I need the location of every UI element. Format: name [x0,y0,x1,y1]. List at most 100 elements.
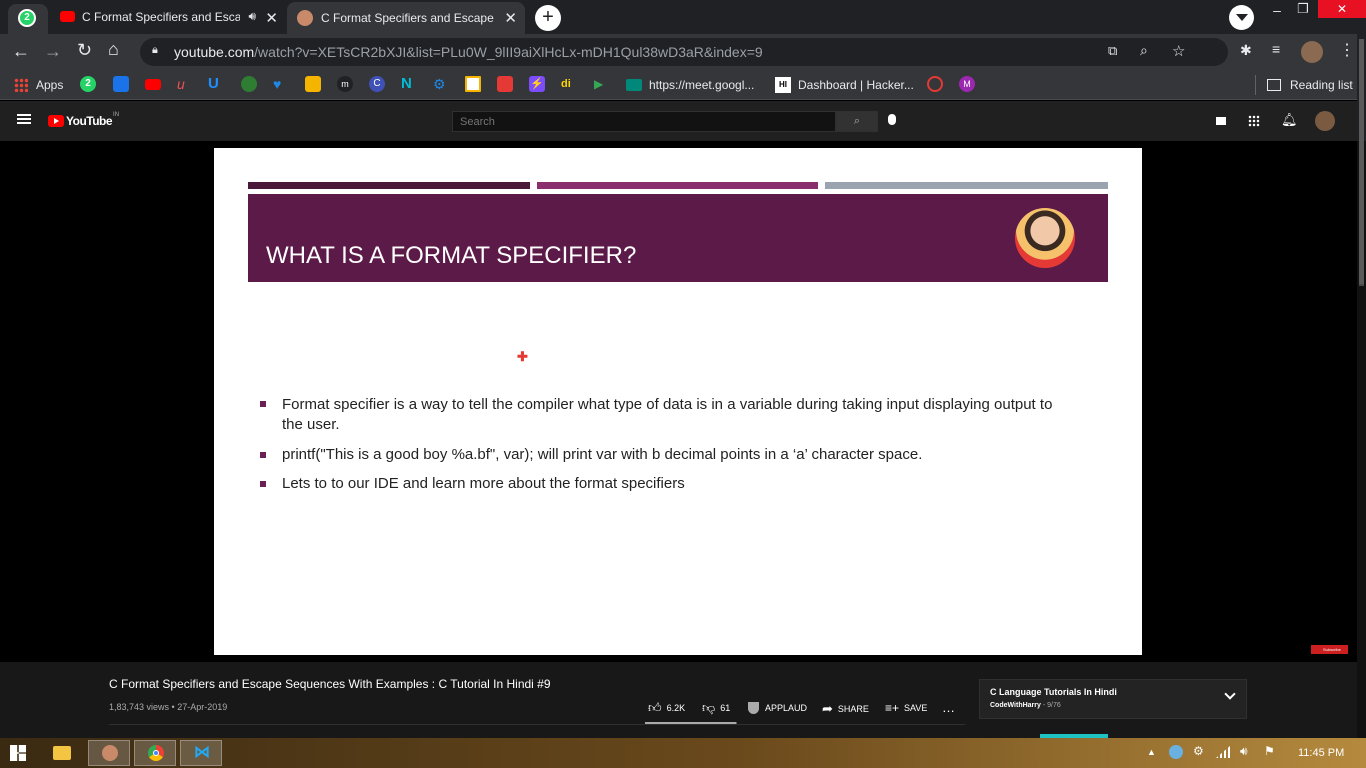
bullet-text: printf("This is a good boy %a.bf", var);… [282,446,923,463]
network-signal-icon[interactable] [1216,746,1230,758]
more-actions-icon[interactable]: … [942,700,955,715]
action-center-flag-icon[interactable]: ⚑ [1264,744,1275,758]
bullet-marker [260,401,266,407]
forward-icon[interactable]: → [44,41,62,62]
search-button[interactable]: ⌕ [836,111,878,132]
reload-icon[interactable]: ↻ [77,40,92,61]
profile-avatar[interactable] [1301,41,1323,63]
account-avatar[interactable] [1315,111,1335,131]
calendar-bookmark-icon[interactable] [113,76,129,92]
slide-bar-3 [825,182,1108,189]
chrome-taskbar-icon[interactable] [134,740,176,766]
home-icon[interactable]: ⌂ [108,39,119,60]
green-bookmark-icon[interactable] [241,76,257,92]
upload-date: 27-Apr-2019 [177,702,228,712]
share-icon: ➦ [822,701,833,716]
e-bookmark-icon[interactable] [927,76,943,92]
file-explorer-icon[interactable] [53,746,71,760]
tray-app-icon[interactable] [1169,745,1183,759]
thumbs-down-icon: 👎︎ [702,700,716,715]
m-purple-bookmark-icon[interactable]: M [959,76,975,92]
play-bookmark-icon[interactable]: ▶ [594,76,610,92]
chevron-down-icon[interactable] [1224,688,1236,700]
playlist-position: 9/76 [1047,702,1061,709]
audio-icon[interactable]: 🔊︎ [248,9,256,24]
address-bar[interactable]: 🔒︎ youtube.com/watch?v=XETsCR2bXJI&list=… [140,38,1228,66]
like-button[interactable]: 👍︎ 6.2K [648,700,685,716]
youtube-play-icon [48,115,64,127]
minimize-button[interactable]: – [1268,2,1286,20]
save-button[interactable]: ≡+ SAVE [885,701,927,715]
reading-list-icon [1267,79,1281,91]
applaud-button[interactable]: APPLAUD [748,702,807,714]
microphone-icon[interactable] [888,114,896,125]
add-to-playlist-icon: ≡+ [885,701,900,715]
search-box[interactable] [452,111,836,132]
apps-icon[interactable] [1248,115,1260,127]
tray-settings-icon[interactable]: ⚙ [1193,744,1204,758]
video-title: C Format Specifiers and Escape Sequences… [109,677,551,691]
media-control-icon[interactable]: ≡ [1272,41,1280,57]
bookmarks-divider [1255,75,1256,95]
new-tab-button[interactable]: + [535,5,561,31]
bullet-text: Lets to to our IDE and learn more about … [282,475,685,492]
search-input[interactable] [453,112,835,132]
close-tab-icon[interactable]: ✕ [265,9,278,27]
applaud-label: APPLAUD [765,703,808,713]
youtube-bookmark-icon[interactable] [145,79,161,90]
notifications-bell-icon[interactable]: 🔔︎ [1281,112,1298,128]
restore-button[interactable]: ❐ [1294,1,1312,19]
youtube-logo[interactable]: YouTube IN [48,112,119,128]
slide-title: WHAT IS A FORMAT SPECIFIER? [266,242,637,269]
extensions-icon[interactable]: ✱ [1240,42,1252,59]
reading-list-button[interactable]: Reading list [1267,75,1353,95]
m-bookmark-icon[interactable]: m [337,76,353,92]
start-button[interactable] [10,745,26,761]
show-hidden-icons[interactable]: ▲ [1147,747,1156,757]
tab-active[interactable]: C Format Specifiers and Escape S ✕ [287,2,525,34]
taskbar-app-avatar[interactable] [88,740,130,766]
zoom-icon[interactable]: ⌕ [1140,42,1148,59]
open-in-app-icon[interactable]: ⧉ [1108,43,1117,59]
back-icon[interactable]: ← [12,41,30,62]
subscribe-watermark[interactable]: Subscribe [1311,645,1348,654]
share-button[interactable]: ➦ SHARE [822,701,869,717]
di-bookmark-icon[interactable]: di [561,76,577,92]
u-bookmark-icon[interactable]: U [208,76,224,92]
n-bookmark-icon[interactable]: N [401,76,417,92]
video-info: C Format Specifiers and Escape Sequences… [0,662,1366,738]
cursor-marker: ✚ [517,349,528,364]
bolt-bookmark-icon[interactable]: ⚡ [529,76,545,92]
playlist-panel[interactable]: C Language Tutorials In Hindi CodeWithHa… [979,679,1247,719]
c-bookmark-icon[interactable]: C [369,76,385,92]
video-slide: WHAT IS A FORMAT SPECIFIER? ✚ Format spe… [214,148,1142,655]
udemy-bookmark-icon[interactable]: u [177,76,193,92]
image-bookmark-icon[interactable] [305,76,321,92]
hackerearth-icon: HI [775,77,791,93]
bookmark-star-icon[interactable]: ☆ [1172,42,1185,60]
info-divider [109,724,965,725]
create-video-icon[interactable] [1216,117,1226,125]
chrome-menu-icon[interactable]: ⋮ [1339,40,1355,60]
tab-title: C Format Specifiers and Escape Se [82,10,240,24]
windows-taskbar: ⋈ ▲ ⚙ 🔊︎ ⚑ 11:45 PM [0,738,1366,768]
apps-bookmark[interactable]: Apps [14,75,63,95]
close-window-button[interactable]: ✕ [1318,0,1366,18]
clock[interactable]: 11:45 PM [1298,747,1344,759]
hacker-bookmark[interactable]: HI Dashboard | Hacker... [775,75,914,95]
meet-bookmark[interactable]: https://meet.googl... [626,75,754,95]
tab-inactive[interactable]: C Format Specifiers and Escape Se 🔊︎ ✕ [50,0,286,34]
profile-menu-icon[interactable] [1229,5,1254,30]
box-bookmark-icon[interactable] [497,76,513,92]
close-tab-icon[interactable]: ✕ [504,9,517,27]
heart-bookmark-icon[interactable]: ♥ [273,76,289,92]
whatsapp-bookmark-icon[interactable]: 2 [80,76,96,92]
volume-icon[interactable]: 🔊︎ [1240,744,1248,759]
docs-bookmark-icon[interactable] [465,76,481,92]
hamburger-menu-icon[interactable] [17,114,31,124]
vscode-taskbar-icon[interactable]: ⋈ [180,740,222,766]
gear-bookmark-icon[interactable]: ⚙ [433,76,449,92]
whatsapp-tab[interactable]: 2 [8,4,48,34]
tab-title: C Format Specifiers and Escape S [321,11,495,25]
dislike-button[interactable]: 👎︎ 61 [702,700,730,716]
